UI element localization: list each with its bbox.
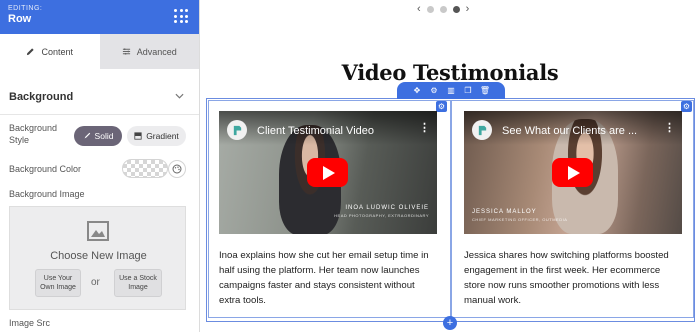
play-button-icon[interactable]	[307, 158, 348, 187]
carousel-dot[interactable]	[439, 5, 447, 13]
use-stock-image-button[interactable]: Use a Stock Image	[114, 269, 162, 297]
column-gear-icon[interactable]: ⚙	[436, 101, 447, 112]
more-options-icon[interactable]: ⋮	[419, 123, 430, 134]
use-own-image-button[interactable]: Use Your Own Image	[35, 269, 81, 297]
or-label: or	[91, 277, 100, 288]
tab-content[interactable]: Content	[0, 34, 100, 69]
duplicate-icon[interactable]: ❐	[464, 86, 473, 95]
video-embed[interactable]: See What our Clients are ... ⋮ JESSICA M…	[464, 111, 682, 234]
section-title-background[interactable]: Background	[9, 91, 73, 103]
channel-logo-icon[interactable]	[227, 120, 247, 140]
color-swatch[interactable]	[122, 159, 168, 178]
brush-icon	[84, 132, 90, 139]
carousel-prev-arrow[interactable]: ‹	[417, 3, 421, 15]
trash-icon[interactable]: 🗑	[480, 86, 490, 95]
gradient-style-button[interactable]: Gradient	[127, 126, 186, 146]
gradient-icon	[134, 132, 142, 140]
play-button-icon[interactable]	[552, 158, 593, 187]
editor-sidebar: EDITING: Row Content Advanced Background…	[0, 0, 200, 332]
video-caption: JESSICA MALLOY CHIEF MARKETING OFFICER, …	[472, 209, 567, 223]
video-caption-name: INOA LUDWIC OLIVEIE	[345, 205, 429, 211]
sidebar-title: Row	[8, 13, 32, 25]
sliders-icon	[122, 48, 130, 55]
chevron-down-icon[interactable]	[175, 93, 184, 99]
tab-advanced[interactable]: Advanced	[99, 34, 199, 69]
video-caption-sub: CHIEF MARKETING OFFICER, OUTMEDIA	[472, 217, 568, 222]
add-row-icon[interactable]: +	[443, 316, 457, 330]
background-style-label: Background Style	[9, 123, 58, 145]
grid-menu-icon[interactable]	[174, 9, 188, 23]
choose-new-image-label[interactable]: Choose New Image	[10, 250, 187, 262]
background-color-label: Background Color	[9, 164, 82, 174]
video-caption: INOA LUDWIC OLIVEIE HEAD PHOTOGRAPHY, EX…	[334, 205, 429, 219]
gradient-style-label: Gradient	[146, 131, 179, 141]
video-title[interactable]: Client Testimonial Video	[257, 125, 374, 137]
image-picker[interactable]: Choose New Image Use Your Own Image or U…	[9, 206, 186, 310]
move-icon[interactable]: ✥	[413, 86, 422, 95]
gear-icon[interactable]: ⚙	[430, 86, 439, 95]
video-caption-name: JESSICA MALLOY	[472, 209, 537, 215]
testimonial-text: Inoa explains how she cut her email setu…	[219, 250, 429, 306]
columns-icon[interactable]: ▥	[447, 86, 456, 95]
carousel-dot[interactable]	[426, 5, 434, 13]
video-caption-sub: HEAD PHOTOGRAPHY, EXTRAORDINARY	[334, 213, 429, 218]
image-icon	[87, 221, 109, 241]
solid-style-button[interactable]: Solid	[74, 126, 122, 146]
sidebar-tabs: Content Advanced	[0, 34, 199, 69]
sidebar-header: EDITING: Row	[0, 0, 199, 34]
pencil-icon	[27, 48, 35, 56]
video-title[interactable]: See What our Clients are ...	[502, 125, 637, 137]
carousel-dot-active[interactable]	[452, 5, 460, 13]
palette-icon[interactable]	[168, 160, 186, 178]
tab-advanced-label: Advanced	[136, 46, 177, 57]
carousel-nav: ‹ ›	[417, 3, 469, 15]
testimonial-text: Jessica shares how switching platforms b…	[464, 250, 669, 306]
video-embed[interactable]: Client Testimonial Video ⋮ INOA LUDWIC O…	[219, 111, 437, 234]
more-options-icon[interactable]: ⋮	[664, 123, 675, 134]
column-gear-icon[interactable]: ⚙	[681, 101, 692, 112]
section-divider	[0, 114, 199, 115]
row-toolbar: ✥ ⚙ ▥ ❐ 🗑	[397, 82, 505, 99]
carousel-next-arrow[interactable]: ›	[466, 3, 470, 15]
image-src-label: Image Src	[9, 318, 51, 328]
channel-logo-icon[interactable]	[472, 120, 492, 140]
editing-label: EDITING:	[8, 5, 43, 12]
tab-content-label: Content	[41, 46, 74, 57]
background-image-label: Background Image	[9, 189, 85, 199]
page-canvas: ‹ › Video Testimonials ✥ ⚙ ▥ ❐ 🗑 ⚙ ⚙ Cli…	[200, 0, 700, 332]
solid-style-label: Solid	[94, 131, 114, 141]
